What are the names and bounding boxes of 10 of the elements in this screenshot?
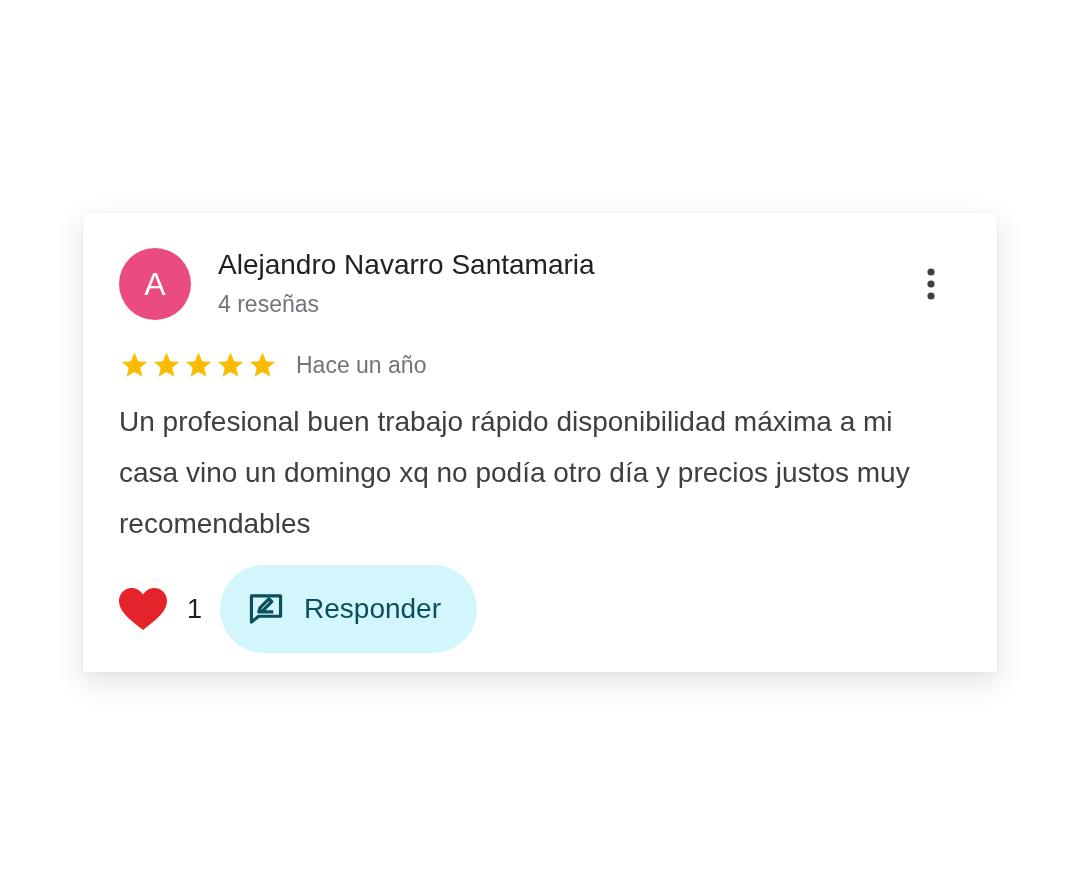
- reply-icon: [248, 593, 285, 625]
- reply-button[interactable]: Responder: [220, 565, 477, 653]
- heart-icon[interactable]: [119, 588, 167, 630]
- avatar: A: [119, 248, 191, 320]
- more-options-icon[interactable]: [927, 268, 935, 300]
- review-time: Hace un año: [296, 351, 427, 379]
- author-name: Alejandro Navarro Santamaria: [218, 248, 596, 282]
- review-text: Un profesional buen trabajo rápido disponibilidad máxima a mi casa vino un domingo xq no podía otro día y precios justos muy recomendables: [119, 405, 911, 541]
- review-count: 4 reseñas: [218, 291, 320, 318]
- like-count: 1: [187, 593, 203, 625]
